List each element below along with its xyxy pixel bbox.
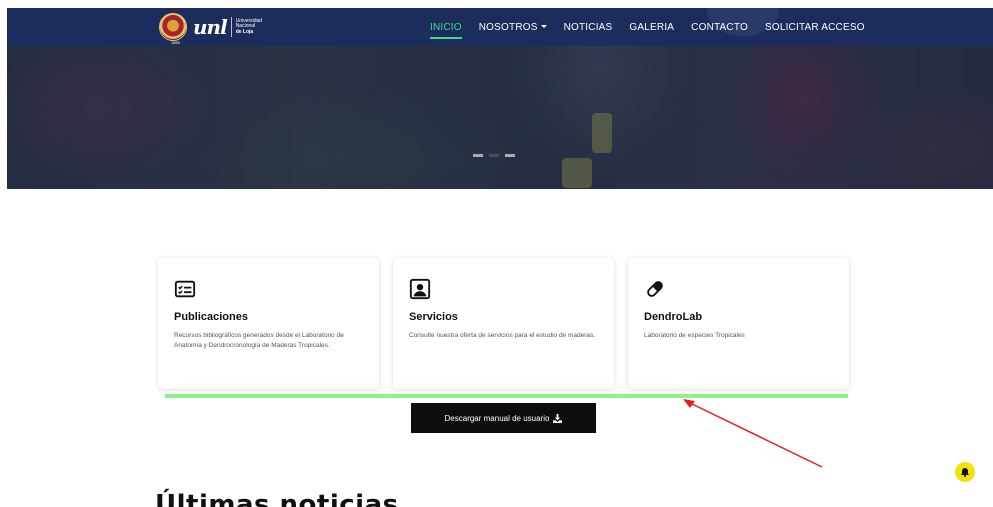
caret-down-icon xyxy=(540,25,547,29)
top-navbar: unl Universidad Nacional de Loja 1859 IN… xyxy=(7,8,993,46)
logo-text: Universidad Nacional de Loja xyxy=(235,17,263,35)
download-icon xyxy=(553,413,563,423)
card-dendrolab[interactable]: DendroLab Laboratorio de especies Tropic… xyxy=(628,258,849,389)
logo-divider xyxy=(230,17,232,37)
notification-bell-button[interactable] xyxy=(955,462,975,482)
seal-year: 1859 xyxy=(171,40,180,45)
card-text: Consulte nuestra oferta de servicios par… xyxy=(409,332,596,339)
hero-carousel: unl Universidad Nacional de Loja 1859 IN… xyxy=(7,8,993,189)
bell-icon xyxy=(961,468,969,477)
card-title: DendroLab xyxy=(644,311,703,323)
nav-item-galeria[interactable]: GALERIA xyxy=(629,22,674,33)
nav-item-contacto[interactable]: CONTACTO xyxy=(691,22,748,33)
main-menu: INICIO NOSOTROS NOTICIAS GALERIA CONTACT… xyxy=(430,8,882,46)
capsule-icon xyxy=(647,281,663,297)
card-text: Laboratorio de especies Tropicales xyxy=(644,332,745,339)
highlight-underline xyxy=(165,394,848,398)
section-heading: Últimas noticias xyxy=(155,490,399,507)
download-label: Descargar manual de usuario xyxy=(444,413,550,423)
carousel-indicator[interactable] xyxy=(473,154,483,157)
nav-item-inicio[interactable]: INICIO xyxy=(430,22,462,39)
unl-logo[interactable]: unl Universidad Nacional de Loja xyxy=(159,11,279,43)
card-title: Servicios xyxy=(409,311,458,323)
card-publicaciones[interactable]: Publicaciones Recursos bibliográficos ge… xyxy=(158,258,379,389)
university-seal-icon xyxy=(159,13,187,41)
logo-brand: unl xyxy=(193,15,228,39)
nav-item-noticias[interactable]: NOTICIAS xyxy=(564,22,613,33)
card-title: Publicaciones xyxy=(174,311,248,323)
card-text: Recursos bibliográficos generados desde … xyxy=(174,332,344,349)
carousel-indicator[interactable] xyxy=(489,154,499,157)
card-servicios[interactable]: Servicios Consulte nuestra oferta de ser… xyxy=(393,258,614,389)
download-manual-button[interactable]: Descargar manual de usuario xyxy=(411,403,596,433)
nav-item-nosotros[interactable]: NOSOTROS xyxy=(479,22,547,33)
nav-item-solicitar-acceso[interactable]: SOLICITAR ACCESO xyxy=(765,22,865,33)
carousel-indicator[interactable] xyxy=(505,154,515,157)
list-card-icon xyxy=(174,280,196,298)
carousel-indicators xyxy=(473,154,515,157)
user-portrait-icon xyxy=(409,278,431,300)
